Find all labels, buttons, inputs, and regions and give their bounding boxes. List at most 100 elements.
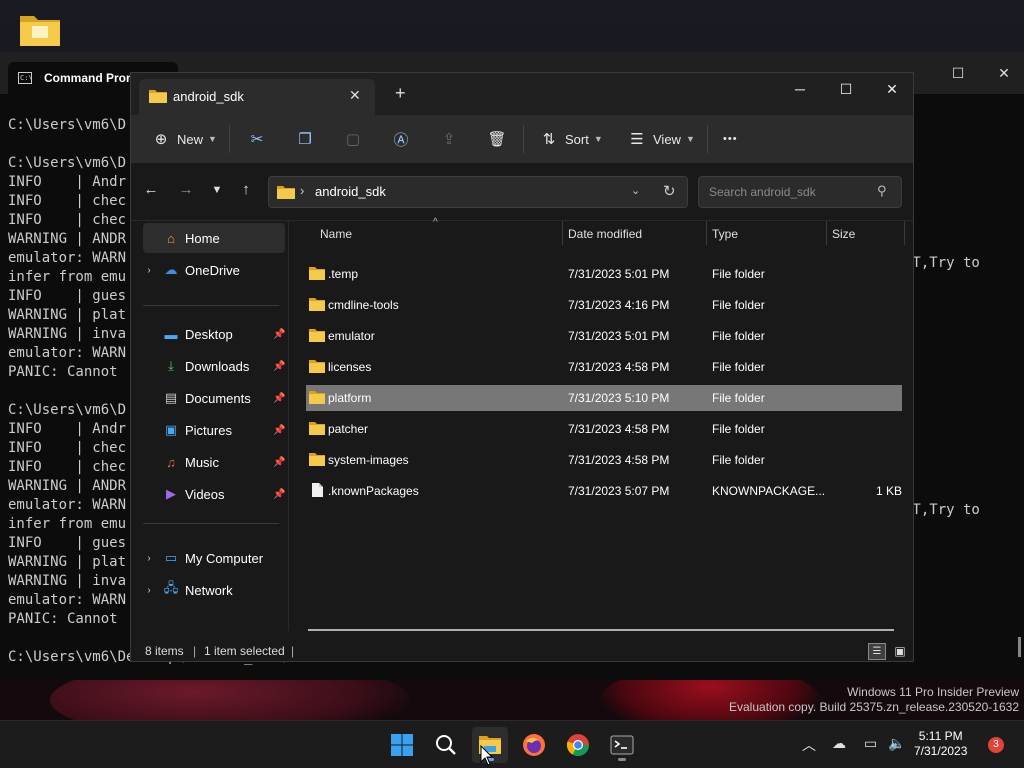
system-clock[interactable]: 5:11 PM 7/31/2023 [914, 729, 967, 759]
file-explorer-window[interactable]: android_sdk ✕ + ─ ☐ ✕ ⊕ New ▼ ✂ ❐ ▢ Ⓐ ⇪ … [130, 72, 914, 662]
video-icon: ▶ [166, 486, 176, 501]
network-status-icon[interactable]: ▭ [864, 735, 877, 752]
file-row[interactable]: licenses 7/31/2023 4:58 PM File folder [306, 354, 902, 380]
folder-icon [149, 90, 167, 103]
pin-icon[interactable]: 📌 [273, 489, 285, 500]
nav-label: Network [185, 582, 233, 598]
more-options-button[interactable]: ••• [723, 127, 738, 151]
pin-icon[interactable]: 📌 [273, 425, 285, 436]
nav-label: Documents [185, 390, 251, 406]
nav-item-onedrive[interactable]: › ☁ OneDrive [143, 255, 285, 285]
forward-arrow-icon[interactable]: → [174, 181, 198, 203]
sort-ascending-icon: ^ [433, 217, 438, 228]
pin-icon[interactable]: 📌 [273, 457, 285, 468]
column-header-size[interactable]: Size [832, 227, 855, 241]
share-button[interactable]: ⇪ [439, 127, 459, 151]
horizontal-scrollbar[interactable] [308, 629, 894, 631]
breadcrumb-android-sdk[interactable]: android_sdk [315, 184, 386, 199]
search-input[interactable]: Search android_sdk ⚲ [698, 176, 902, 208]
cut-button[interactable]: ✂ [247, 127, 267, 151]
nav-item-downloads[interactable]: ⤓ Downloads 📌 [143, 351, 285, 381]
nav-item-desktop[interactable]: ▬ Desktop 📌 [143, 319, 286, 349]
delete-button[interactable]: 🗑 [487, 127, 507, 151]
column-divider[interactable] [562, 221, 563, 245]
column-header-date[interactable]: Date modified [568, 227, 642, 241]
column-divider[interactable] [904, 221, 905, 245]
pin-icon[interactable]: 📌 [273, 393, 285, 404]
search-button[interactable] [428, 727, 464, 763]
taskbar-firefox[interactable] [516, 727, 552, 763]
nav-item-network[interactable]: › 🖧 Network [143, 575, 285, 605]
file-row[interactable]: patcher 7/31/2023 4:58 PM File folder [306, 416, 902, 442]
file-date: 7/31/2023 5:07 PM [568, 484, 670, 498]
file-row[interactable]: .knownPackages 7/31/2023 5:07 PM KNOWNPACK… [306, 478, 902, 504]
rename-button[interactable]: Ⓐ [391, 127, 411, 151]
close-icon[interactable]: ✕ [984, 62, 1024, 84]
refresh-icon[interactable]: ↻ [663, 182, 676, 200]
desktop-folder-icon[interactable] [18, 12, 62, 48]
view-button[interactable]: ☰ View ▼ [627, 127, 695, 151]
notification-badge[interactable]: 3 [988, 737, 1004, 753]
new-tab-icon[interactable]: + [395, 83, 406, 104]
explorer-tab[interactable]: android_sdk ✕ [139, 79, 375, 115]
chrome-icon [566, 734, 589, 756]
file-date: 7/31/2023 4:58 PM [568, 422, 670, 436]
close-icon[interactable]: ✕ [869, 75, 913, 103]
address-bar[interactable]: › android_sdk ⌄ ↻ [268, 176, 688, 208]
command-bar: ⊕ New ▼ ✂ ❐ ▢ Ⓐ ⇪ 🗑 ⇅ Sort ▼ ☰ View ▼ ••… [131, 115, 913, 163]
nav-item-documents[interactable]: ▤ Documents 📌 [143, 383, 286, 413]
file-name: emulator [328, 329, 375, 343]
recent-locations-icon[interactable]: ▼ [205, 184, 229, 206]
scissors-icon: ✂ [250, 131, 264, 148]
paste-button[interactable]: ▢ [343, 127, 363, 151]
cloud-offline-icon[interactable]: ☁ [832, 735, 846, 752]
column-divider[interactable] [706, 221, 707, 245]
column-header-type[interactable]: Type [712, 227, 738, 241]
file-row[interactable]: emulator 7/31/2023 5:01 PM File folder [306, 323, 902, 349]
column-header-name[interactable]: Name [320, 227, 352, 241]
status-bar: 8 items | 1 item selected | ☰ ▣ [131, 641, 913, 661]
tray-overflow-chevron-icon[interactable]: ︿ [802, 735, 816, 755]
folder-icon [309, 329, 325, 342]
nav-item-videos[interactable]: ▶ Videos 📌 [143, 479, 285, 509]
start-button[interactable] [384, 727, 420, 763]
cmd-scrollbar[interactable] [1018, 637, 1021, 657]
sort-button[interactable]: ⇅ Sort ▼ [539, 127, 603, 151]
sort-icon: ⇅ [542, 131, 556, 148]
file-row[interactable]: system-images 7/31/2023 4:58 PM File folde… [306, 447, 902, 473]
pin-icon[interactable]: 📌 [273, 329, 285, 340]
details-view-icon[interactable]: ☰ [868, 643, 886, 660]
maximize-icon[interactable]: ☐ [823, 75, 869, 103]
nav-item-pictures[interactable]: ▣ Pictures 📌 [143, 415, 286, 445]
minimize-icon[interactable]: ─ [777, 75, 823, 103]
new-button[interactable]: ⊕ New ▼ [151, 127, 217, 151]
maximize-icon[interactable]: ☐ [938, 62, 978, 84]
nav-item-music[interactable]: ♫ Music 📌 [143, 447, 285, 477]
rename-icon: Ⓐ [393, 131, 409, 149]
taskbar-chrome[interactable] [560, 727, 596, 763]
file-type: File folder [712, 267, 765, 281]
expand-chevron-icon[interactable]: › [143, 265, 155, 276]
tiles-view-icon[interactable]: ▣ [891, 643, 909, 660]
plus-circle-icon: ⊕ [154, 131, 168, 148]
tab-close-icon[interactable]: ✕ [349, 87, 361, 104]
volume-icon[interactable]: 🔈 [888, 735, 905, 752]
file-row-selected[interactable]: platform 7/31/2023 5:10 PM File folder [306, 385, 902, 411]
explorer-tab-title: android_sdk [173, 89, 244, 104]
address-dropdown-icon[interactable]: ⌄ [631, 184, 640, 197]
file-row[interactable]: cmdline-tools 7/31/2023 4:16 PM File folde… [306, 292, 902, 318]
expand-chevron-icon[interactable]: › [143, 553, 155, 564]
nav-item-home[interactable]: ⌂ Home [143, 223, 285, 253]
copy-button[interactable]: ❐ [295, 127, 315, 151]
pin-icon[interactable]: 📌 [273, 361, 285, 372]
column-divider[interactable] [826, 221, 827, 245]
explorer-titlebar[interactable]: android_sdk ✕ + ─ ☐ ✕ [131, 73, 913, 115]
breadcrumb-chevron-icon[interactable]: › [300, 183, 304, 198]
taskbar-terminal[interactable] [604, 727, 640, 763]
file-row[interactable]: .temp 7/31/2023 5:01 PM File folder [306, 261, 902, 287]
search-placeholder: Search android_sdk [709, 185, 816, 199]
up-arrow-icon[interactable]: ↑ [234, 181, 258, 203]
back-arrow-icon[interactable]: ← [139, 181, 163, 203]
expand-chevron-icon[interactable]: › [143, 585, 155, 596]
nav-item-my-computer[interactable]: › ▭ My Computer [143, 543, 285, 573]
